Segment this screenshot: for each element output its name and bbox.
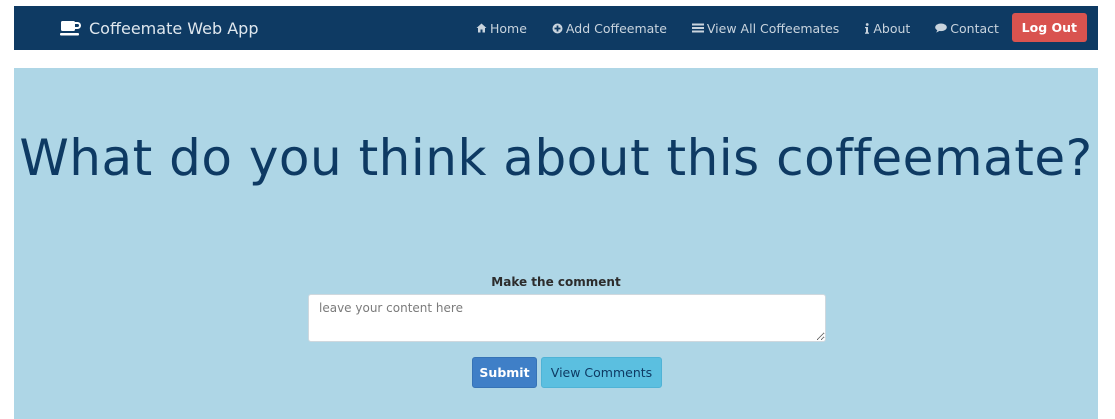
list-icon xyxy=(691,23,704,33)
nav-contact-label: Contact xyxy=(950,20,999,36)
top-navbar: Coffeemate Web App Home Add Coffeemate V… xyxy=(14,6,1098,50)
nav-home[interactable]: Home xyxy=(476,21,527,36)
nav-about[interactable]: About xyxy=(864,21,910,36)
comment-jumbotron: What do you think about this coffeemate?… xyxy=(14,68,1098,419)
brand-link[interactable]: Coffeemate Web App xyxy=(60,6,259,50)
comment-icon xyxy=(935,23,948,33)
page-headline: What do you think about this coffeemate? xyxy=(19,129,1093,187)
plus-circle-icon xyxy=(552,23,563,34)
nav-add-coffeemate-label: Add Coffeemate xyxy=(565,20,667,36)
nav-add-coffeemate[interactable]: Add Coffeemate xyxy=(552,21,667,36)
nav-about-label: About xyxy=(873,20,911,36)
submit-button[interactable]: Submit xyxy=(472,357,537,388)
view-comments-button[interactable]: View Comments xyxy=(541,357,662,388)
nav-view-all-coffeemates[interactable]: View All Coffeemates xyxy=(691,20,840,36)
nav-home-label: Home xyxy=(490,20,527,36)
nav-view-all-label: View All Coffeemates xyxy=(706,20,840,36)
brand-label: Coffeemate Web App xyxy=(89,18,259,38)
comment-label: Make the comment xyxy=(491,275,621,289)
coffee-cup-icon xyxy=(60,19,82,37)
nav-links: Home Add Coffeemate View All Coffeemates… xyxy=(476,6,1024,50)
logout-button[interactable]: Log Out xyxy=(1011,13,1087,42)
comment-textarea[interactable] xyxy=(308,294,826,342)
nav-contact[interactable]: Contact xyxy=(935,21,999,36)
home-icon xyxy=(476,23,487,33)
info-icon xyxy=(864,22,870,34)
